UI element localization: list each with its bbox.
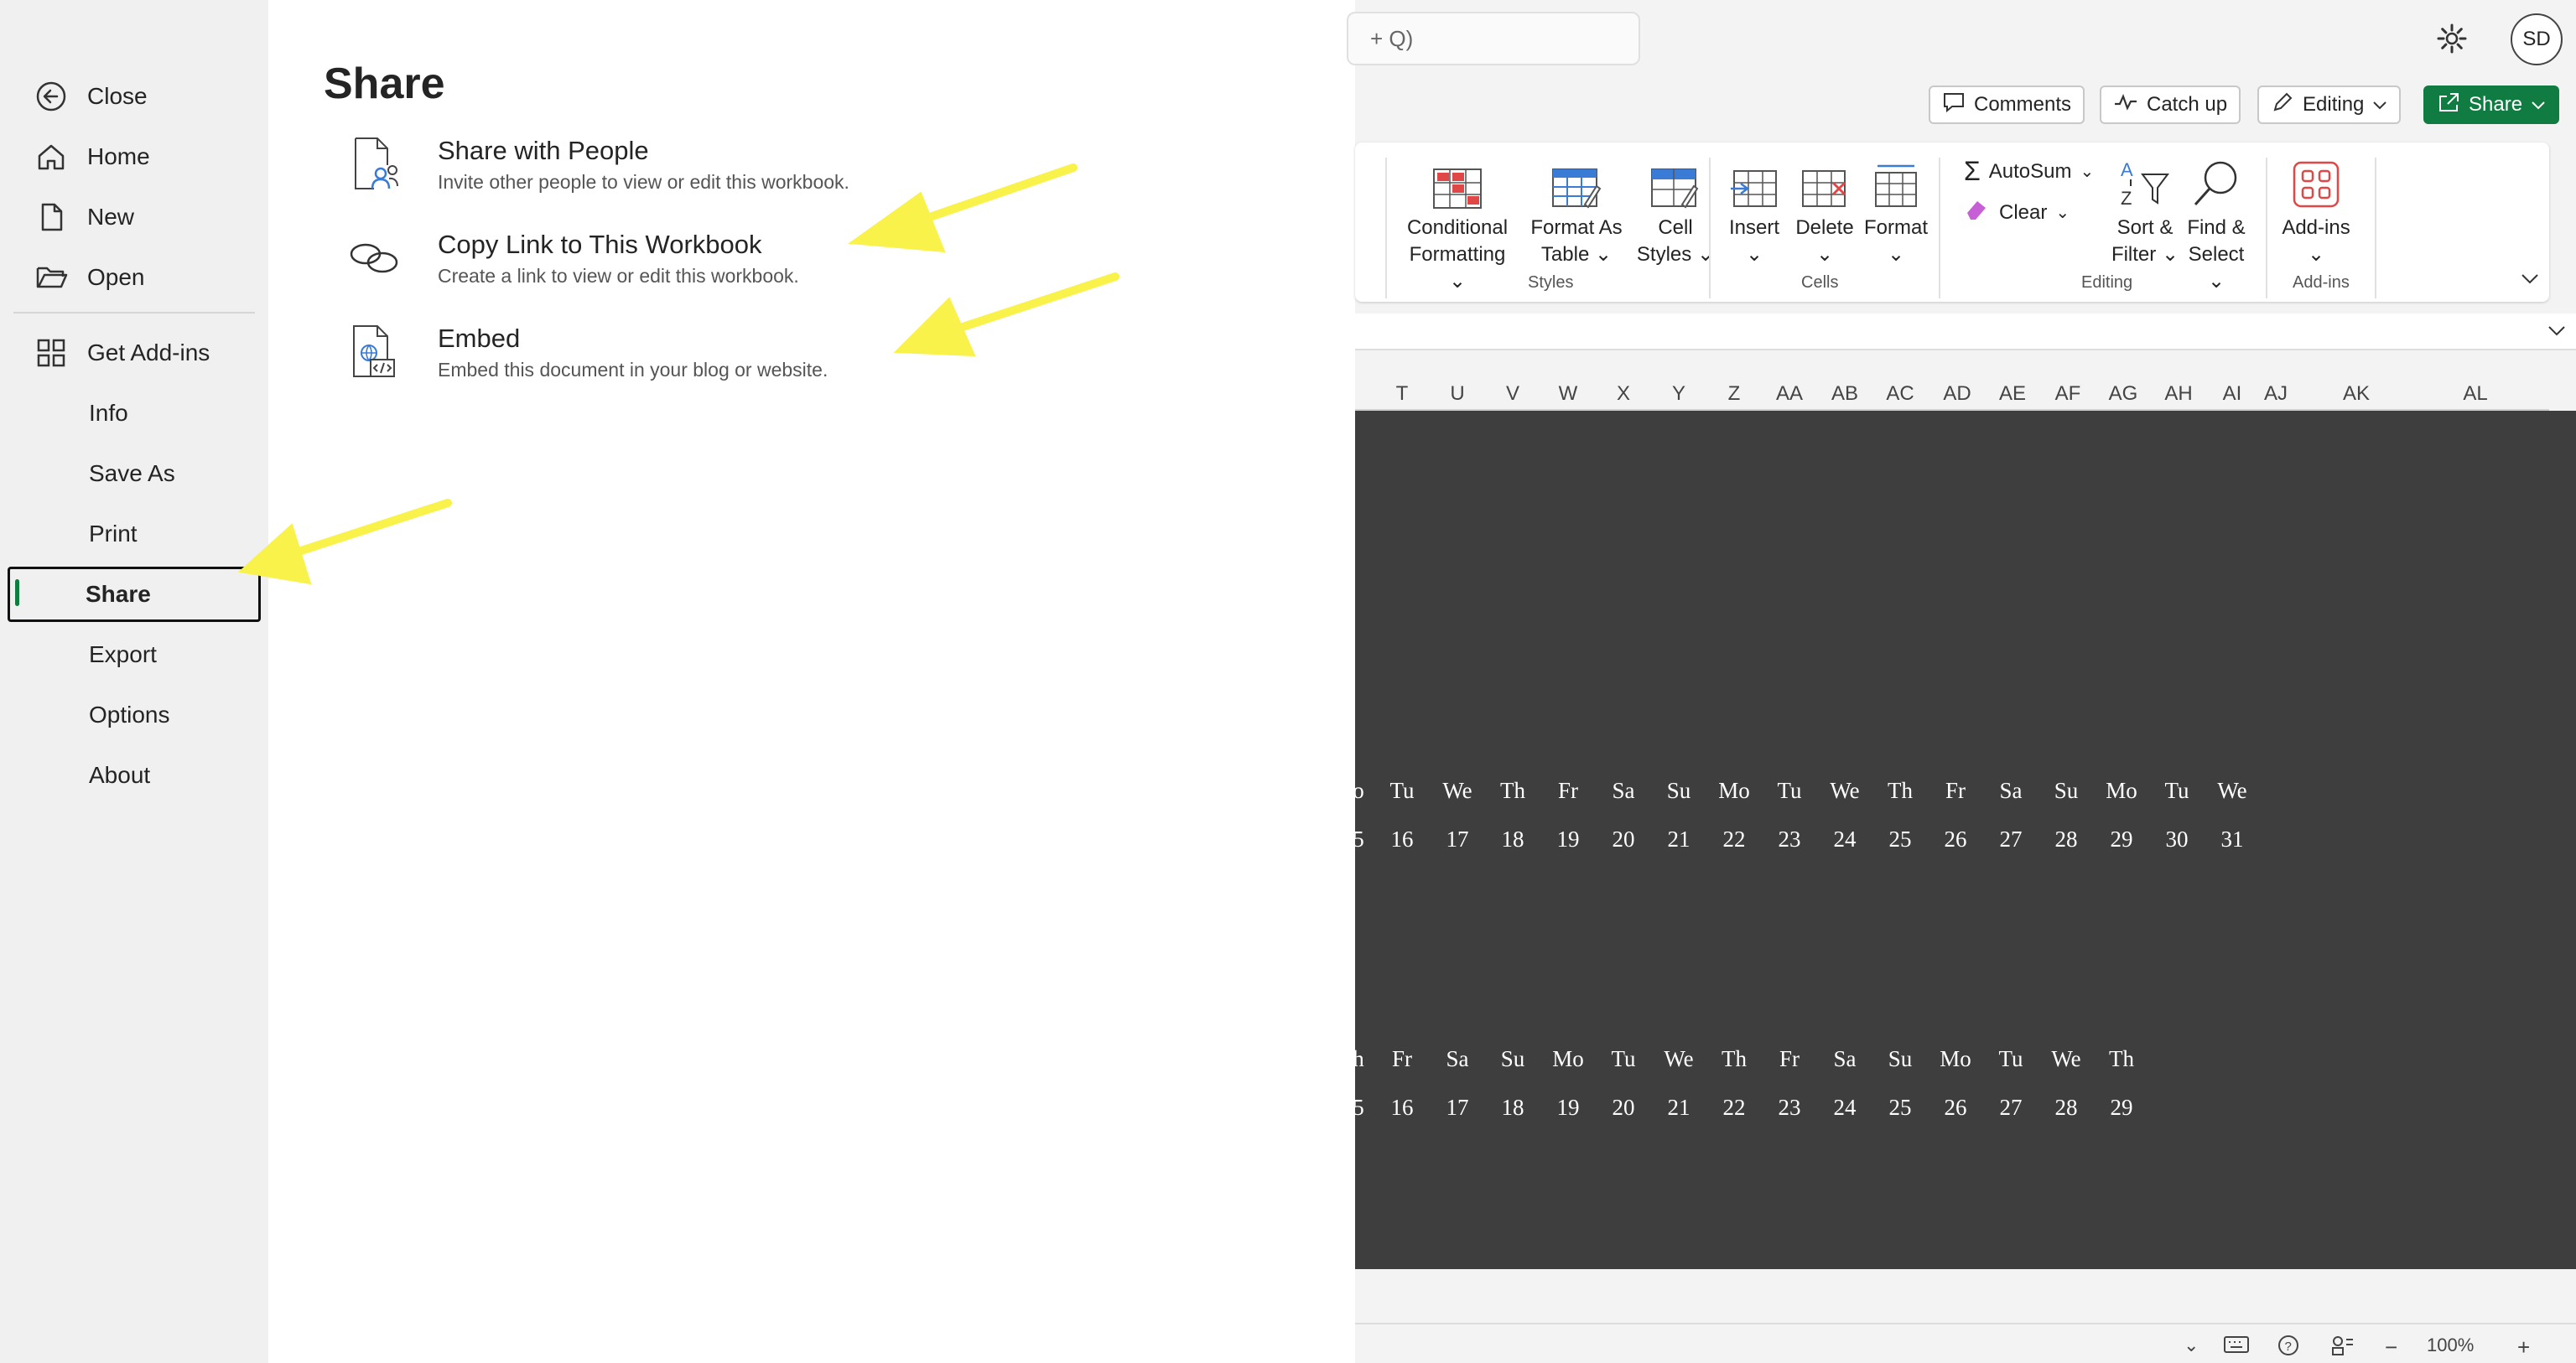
arrow-to-copy-link — [848, 163, 1078, 253]
arrow-to-embed — [893, 272, 1119, 357]
excel-backstage-window: Close Home New Open Get Add-ins Info Sav… — [0, 0, 2576, 1363]
annotation-arrows — [237, 163, 1119, 585]
arrow-to-nav-share — [237, 499, 452, 585]
